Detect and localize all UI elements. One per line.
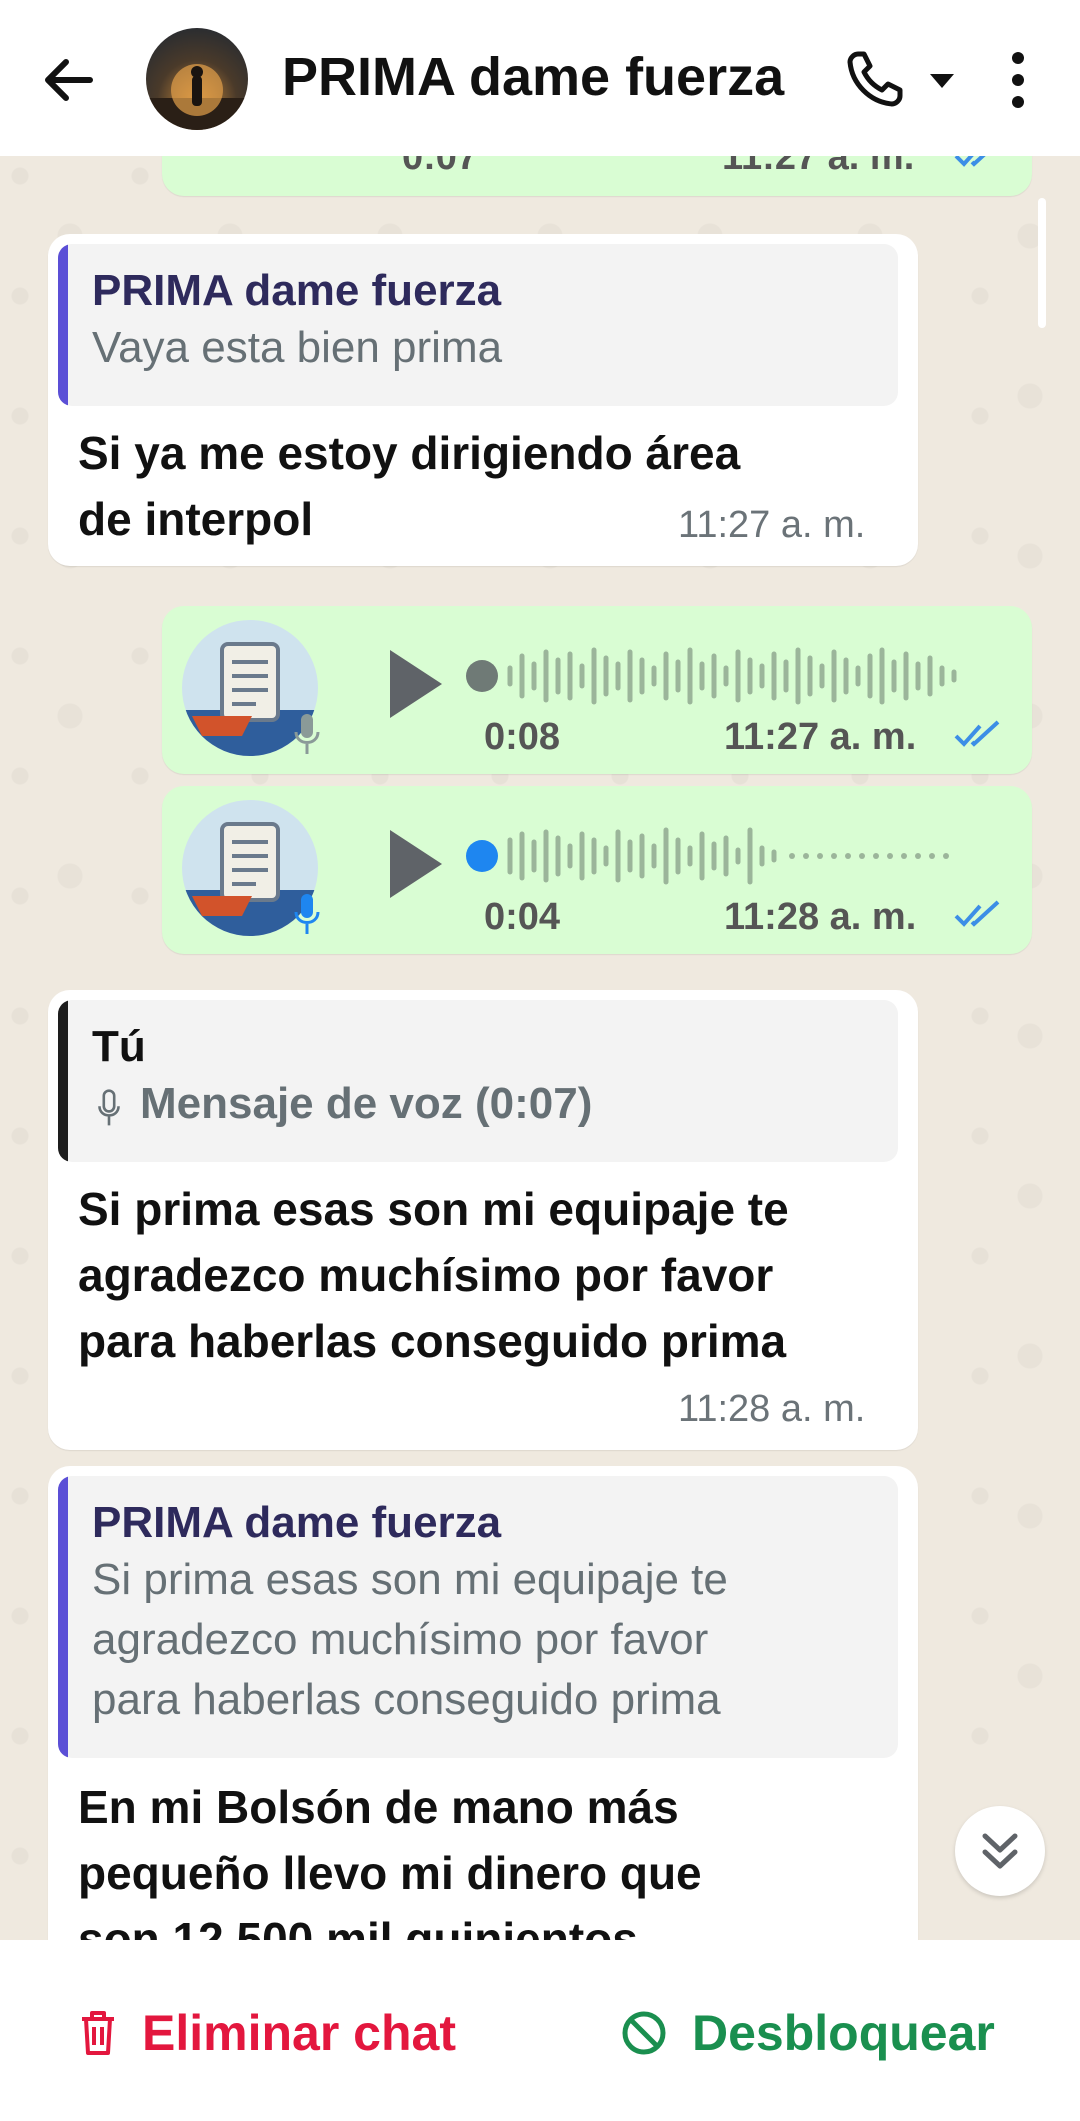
unblock-label: Desbloquear (692, 2005, 995, 2061)
quote-text: Vaya esta bien prima (92, 323, 503, 372)
trash-icon (82, 2011, 114, 2055)
message-time: 11:28 a. m. (724, 896, 917, 938)
chat-header: PRIMA dame fuerza (0, 0, 1080, 156)
voice-duration: 0:04 (484, 896, 561, 938)
double-check-icon (954, 720, 1000, 747)
double-check-icon (954, 900, 1000, 927)
blocked-chat-footer: Eliminar chat Desbloquear (0, 1940, 1080, 2121)
message-line: En mi Bolsón de mano más (78, 1781, 679, 1833)
scroll-to-bottom-button[interactable] (955, 1806, 1045, 1896)
quote-author: PRIMA dame fuerza (92, 266, 502, 315)
voice-message[interactable]: 0:07 11:27 a. m. (162, 156, 1032, 196)
message-time: 11:27 a. m. (724, 716, 917, 758)
quote-bar (58, 1476, 68, 1758)
incoming-message[interactable]: PRIMA dame fuerza Si prima esas son mi e… (48, 1466, 918, 1940)
message-line: Si prima esas son mi equipaje te (78, 1183, 789, 1235)
quoted-message[interactable]: PRIMA dame fuerza Vaya esta bien prima (58, 244, 898, 406)
quoted-message[interactable]: Tú Mensaje de voz (0:07) (58, 1000, 898, 1162)
quote-text: Mensaje de voz (0:07) (140, 1079, 593, 1128)
quote-author: Tú (92, 1022, 146, 1071)
voice-duration: 0:08 (484, 716, 561, 758)
caret-down-icon[interactable] (922, 62, 962, 98)
block-icon (622, 2011, 666, 2055)
avatar-image (146, 64, 248, 130)
message-line: para haberlas conseguido prima (78, 1315, 787, 1367)
phone-icon[interactable] (840, 44, 910, 114)
delete-chat-button[interactable]: Eliminar chat (78, 2004, 456, 2062)
microphone-icon (294, 714, 320, 754)
message-line: agradezco muchísimo por favor (78, 1249, 774, 1301)
voice-message[interactable]: 0:04 11:28 a. m. (162, 786, 1032, 954)
message-line: Si ya me estoy dirigiendo área (78, 427, 741, 479)
message-line: son 12,500 mil quinientos (78, 1913, 638, 1940)
quote-bar (58, 1000, 68, 1162)
message-time: 11:28 a. m. (678, 1388, 866, 1430)
incoming-message[interactable]: Tú Mensaje de voz (0:07) Si prima esas s… (48, 990, 918, 1450)
quote-author: PRIMA dame fuerza (92, 1498, 502, 1547)
delete-chat-label: Eliminar chat (142, 2005, 456, 2061)
quoted-message[interactable]: PRIMA dame fuerza Si prima esas son mi e… (58, 1476, 898, 1758)
voice-duration: 0:07 (402, 156, 479, 178)
quote-text: para haberlas conseguido prima (92, 1675, 721, 1724)
message-time: 11:27 a. m. (722, 156, 915, 178)
waveform[interactable] (462, 646, 982, 706)
more-vertical-icon[interactable] (996, 50, 1040, 110)
play-icon[interactable] (380, 824, 450, 904)
quote-bar (58, 244, 68, 406)
message-line: de interpol (78, 493, 314, 545)
voice-message[interactable]: 0:08 11:27 a. m. (162, 606, 1032, 774)
quote-text: Si prima esas son mi equipaje te (92, 1555, 728, 1604)
arrow-left-icon[interactable] (38, 50, 98, 110)
message-line: pequeño llevo mi dinero que (78, 1847, 702, 1899)
chevrons-down-icon (982, 1833, 1018, 1869)
chat-area[interactable]: 0:07 11:27 a. m. PRIMA dame fuerza Vaya … (0, 156, 1080, 1940)
contact-avatar[interactable] (146, 28, 248, 130)
scrollbar[interactable] (1038, 198, 1046, 328)
microphone-icon (98, 1089, 120, 1126)
microphone-icon (294, 894, 320, 934)
chat-title[interactable]: PRIMA dame fuerza (282, 46, 784, 108)
play-icon[interactable] (380, 644, 450, 724)
incoming-message[interactable]: PRIMA dame fuerza Vaya esta bien prima S… (48, 234, 918, 566)
unblock-button[interactable]: Desbloquear (620, 2004, 995, 2062)
quote-text: agradezco muchísimo por favor (92, 1615, 709, 1664)
message-time: 11:27 a. m. (678, 504, 866, 546)
double-check-icon (954, 156, 986, 167)
waveform[interactable] (462, 826, 982, 886)
